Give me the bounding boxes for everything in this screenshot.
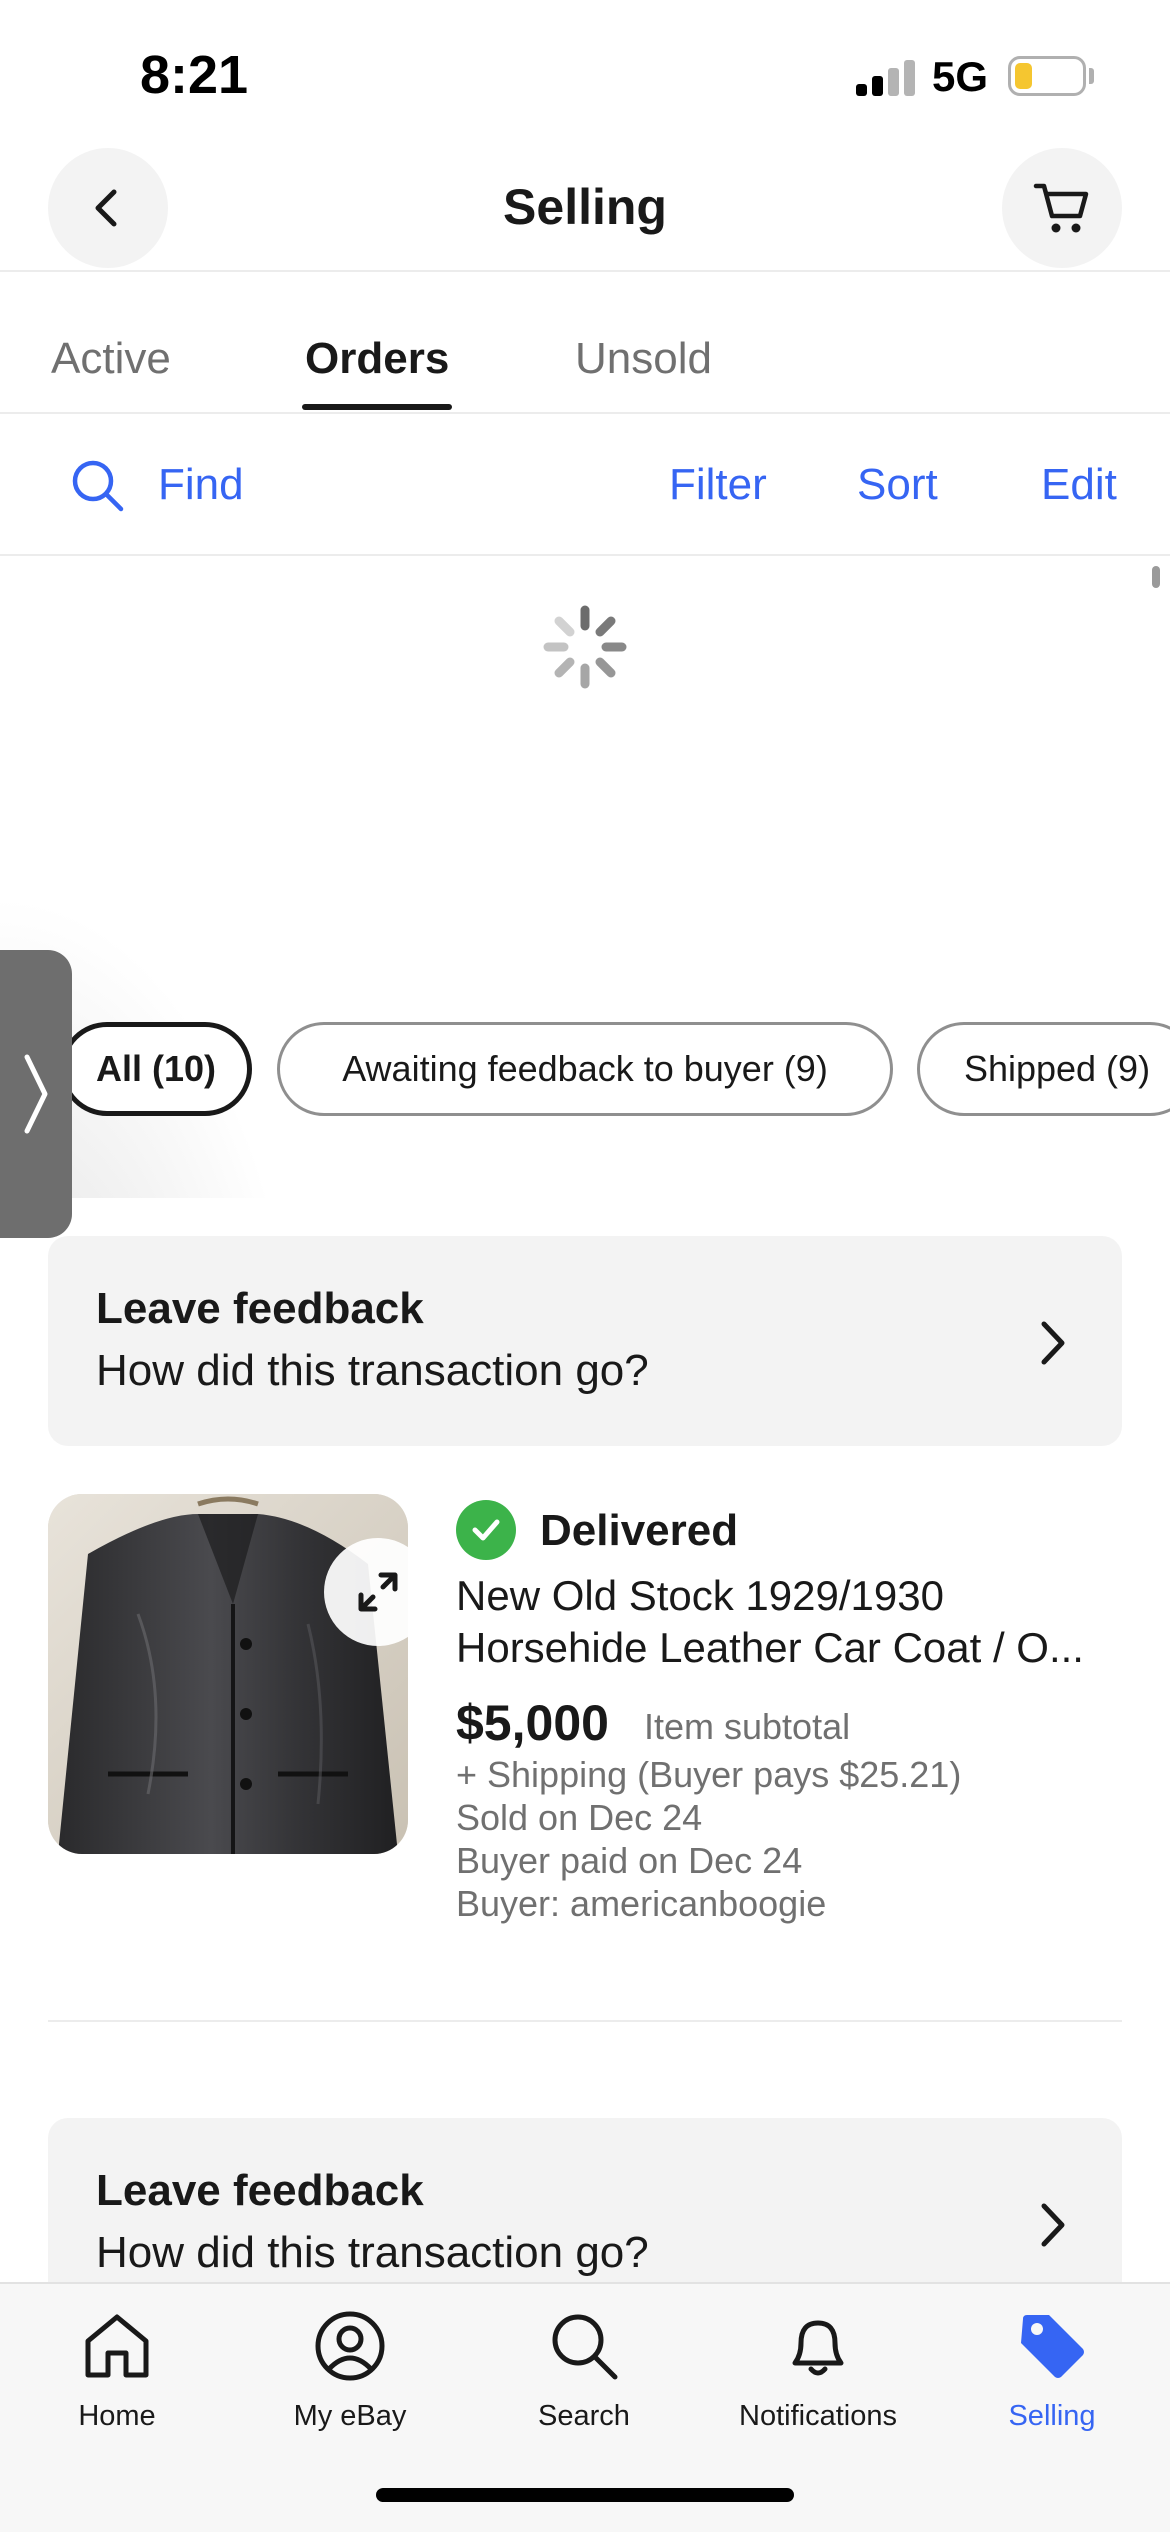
feedback-subtitle: How did this transaction go?: [96, 2228, 649, 2277]
signal-icon: [856, 58, 916, 96]
search-icon: [552, 2314, 618, 2380]
chip-awaiting-feedback[interactable]: Awaiting feedback to buyer (9): [277, 1022, 893, 1116]
status-time: 8:21: [140, 45, 249, 105]
sold-date: Sold on Dec 24: [456, 1797, 703, 1838]
chevron-right-icon: [1041, 1321, 1065, 1365]
item-title-line-1: New Old Stock 1929/1930: [456, 1572, 944, 1619]
tab-orders[interactable]: Orders: [305, 334, 449, 384]
nav-my-ebay-label: My eBay: [293, 2400, 407, 2432]
home-indicator[interactable]: [376, 2488, 794, 2502]
nav-selling-label: Selling: [1008, 2400, 1096, 2432]
leave-feedback-card[interactable]: Leave feedback How did this transaction …: [48, 1236, 1122, 1446]
cart-button[interactable]: [1002, 148, 1122, 268]
nav-my-ebay[interactable]: My eBay: [233, 2306, 467, 2456]
order-filter-chips: All (10) Awaiting feedback to buyer (9) …: [0, 1020, 1170, 1120]
feedback-title: Leave feedback: [96, 1284, 424, 1333]
chip-shipped[interactable]: Shipped (9): [917, 1022, 1170, 1116]
app-header: Selling: [0, 140, 1170, 272]
find-button[interactable]: Find: [158, 460, 244, 510]
item-title[interactable]: New Old Stock 1929/1930 Horsehide Leathe…: [456, 1570, 1136, 1674]
nav-selling[interactable]: Selling: [935, 2306, 1169, 2456]
tab-active[interactable]: Active: [51, 334, 171, 384]
feedback-subtitle: How did this transaction go?: [96, 1346, 649, 1395]
bell-icon: [792, 2320, 844, 2376]
nav-search[interactable]: Search: [467, 2306, 701, 2456]
user-icon: [315, 2311, 385, 2381]
price-note: Item subtotal: [644, 1706, 851, 1747]
nav-home-label: Home: [78, 2400, 156, 2432]
nav-notifications-label: Notifications: [739, 2400, 897, 2432]
shipping-info: + Shipping (Buyer pays $25.21): [456, 1754, 962, 1795]
side-drawer-handle[interactable]: [0, 950, 72, 1238]
order-status: Delivered: [540, 1506, 739, 1555]
status-bar: 8:21 5G: [0, 0, 1170, 140]
loading-spinner-icon: [543, 605, 627, 689]
tab-unsold[interactable]: Unsold: [575, 334, 712, 384]
scroll-indicator[interactable]: [1152, 566, 1160, 588]
chevron-right-icon: [24, 1054, 48, 1134]
battery-tip: [1089, 68, 1094, 84]
chevron-right-icon: [1041, 2203, 1065, 2247]
checkmark-icon: [456, 1500, 516, 1560]
active-tab-indicator: [302, 404, 452, 410]
divider: [48, 2020, 1122, 2022]
item-price: $5,000: [456, 1695, 609, 1751]
item-thumbnail[interactable]: [48, 1494, 408, 1854]
home-icon: [85, 2314, 149, 2378]
expand-icon: [358, 1572, 398, 1612]
filter-button[interactable]: Filter: [669, 460, 767, 510]
paid-date: Buyer paid on Dec 24: [456, 1840, 803, 1881]
cart-icon: [1033, 183, 1089, 233]
selling-orders-screen: 8:21 5G Selling Active Orders Unsold Fin…: [0, 0, 1170, 2532]
tag-icon: [1021, 2315, 1084, 2378]
item-title-line-2: Horsehide Leather Car Coat / O...: [456, 1624, 1084, 1671]
sort-button[interactable]: Sort: [857, 460, 938, 510]
nav-notifications[interactable]: Notifications: [701, 2306, 935, 2456]
chip-all[interactable]: All (10): [60, 1022, 252, 1116]
edit-button[interactable]: Edit: [1041, 460, 1117, 510]
nav-home[interactable]: Home: [0, 2306, 234, 2456]
page-title: Selling: [503, 179, 667, 235]
order-list-item[interactable]: Delivered New Old Stock 1929/1930 Horseh…: [0, 1494, 1170, 2024]
search-icon[interactable]: [70, 458, 126, 514]
network-label: 5G: [932, 53, 989, 100]
nav-search-label: Search: [538, 2400, 630, 2432]
battery-icon: [1008, 56, 1086, 96]
feedback-title: Leave feedback: [96, 2166, 424, 2215]
selling-tabs: Active Orders Unsold: [0, 274, 1170, 414]
orders-toolbar: Find Filter Sort Edit: [0, 414, 1170, 556]
buyer-name: Buyer: americanboogie: [456, 1883, 827, 1924]
